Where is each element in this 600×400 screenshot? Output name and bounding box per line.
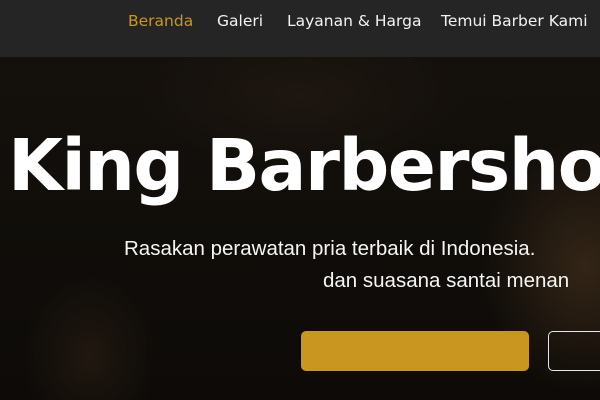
hero-primary-button[interactable]: [301, 331, 529, 371]
nav-item-temui-barber[interactable]: Temui Barber Kami: [441, 11, 588, 31]
top-navbar: Beranda Galeri Layanan & Harga Temui Bar…: [0, 0, 600, 57]
hero-secondary-button[interactable]: [548, 331, 600, 371]
hero-subtitle-line-2: dan suasana santai menan: [323, 269, 570, 292]
page: Beranda Galeri Layanan & Harga Temui Bar…: [0, 0, 600, 400]
hero-title: King Barbershop: [8, 124, 600, 207]
hero-subtitle-line-1: Rasakan perawatan pria terbaik di Indone…: [124, 237, 536, 260]
nav-item-galeri[interactable]: Galeri: [217, 11, 263, 31]
nav-item-beranda[interactable]: Beranda: [128, 11, 193, 31]
nav-item-layanan-harga[interactable]: Layanan & Harga: [287, 11, 421, 31]
